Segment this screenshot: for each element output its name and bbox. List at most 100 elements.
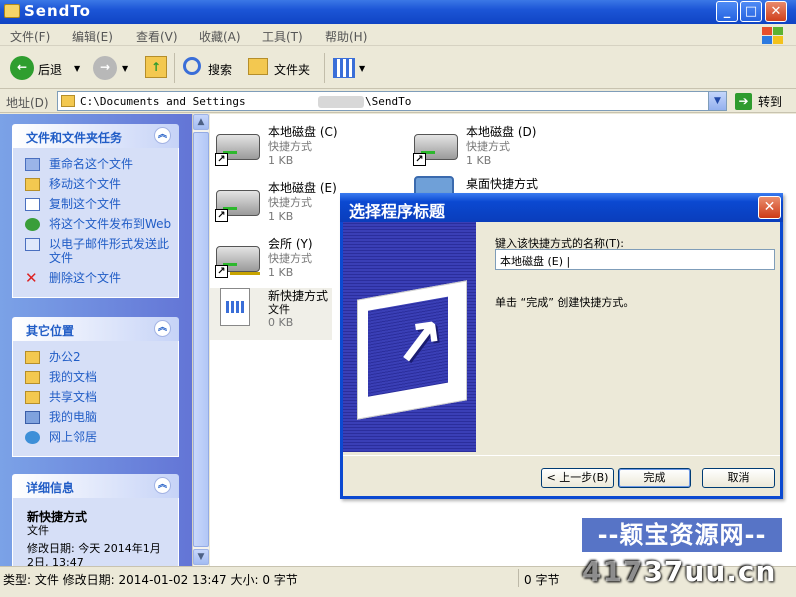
file-item-drive-d[interactable]: ↗ 本地磁盘 (D) 快捷方式 1 KB xyxy=(408,120,598,172)
toolbar-separator xyxy=(174,53,175,83)
place-label: 办公2 xyxy=(49,350,81,364)
go-button[interactable]: 转到 xyxy=(758,93,782,110)
task-label: 删除这个文件 xyxy=(49,271,122,285)
network-icon xyxy=(25,431,40,444)
file-name: 本地磁盘 (D) xyxy=(466,125,537,139)
task-move[interactable]: 移动这个文件 xyxy=(13,177,178,191)
dialog-close-button[interactable]: ✕ xyxy=(758,196,781,219)
views-dropdown-icon[interactable]: ▼ xyxy=(359,64,365,73)
other-places-panel: 其它位置 ︽ 办公2 我的文档 共享文档 我的电脑 网上邻居 xyxy=(12,317,179,457)
folder-icon xyxy=(61,95,75,107)
search-icon[interactable] xyxy=(183,57,201,75)
file-type: 文件 xyxy=(268,303,290,316)
vertical-scrollbar[interactable]: ▲ ▼ xyxy=(192,114,209,566)
close-button[interactable]: ✕ xyxy=(765,1,787,22)
shared-folder-icon xyxy=(25,391,40,404)
file-tasks-panel: 文件和文件夹任务 ︽ 重命名这个文件 移动这个文件 复制这个文件 将这个文件发布… xyxy=(12,124,179,298)
menu-tools[interactable]: 工具(T) xyxy=(262,28,303,45)
place-shared-documents[interactable]: 共享文档 xyxy=(13,390,178,404)
task-label: 移动这个文件 xyxy=(49,177,122,191)
back-button[interactable]: < 上一步(B) xyxy=(541,468,614,488)
file-icon xyxy=(220,288,250,326)
place-label: 共享文档 xyxy=(49,390,98,404)
task-rename[interactable]: 重命名这个文件 xyxy=(13,157,178,171)
file-size: 0 KB xyxy=(268,316,294,329)
scroll-thumb[interactable] xyxy=(193,132,209,547)
back-button[interactable]: 后退 xyxy=(38,61,62,78)
task-email[interactable]: 以电子邮件形式发送此文件 xyxy=(13,237,178,265)
collapse-chevron-icon[interactable]: ︽ xyxy=(154,127,171,144)
maximize-button[interactable]: □ xyxy=(740,1,762,22)
menu-bar: 文件(F) 编辑(E) 查看(V) 收藏(A) 工具(T) 帮助(H) xyxy=(0,24,796,46)
cancel-button[interactable]: 取消 xyxy=(702,468,775,488)
toolbar-separator xyxy=(324,53,325,83)
dialog-title: 选择程序标题 xyxy=(349,202,446,221)
globe-icon xyxy=(25,218,40,231)
menu-edit[interactable]: 编辑(E) xyxy=(72,28,113,45)
forward-dropdown-icon[interactable]: ▼ xyxy=(122,64,128,73)
task-publish-web[interactable]: 将这个文件发布到Web xyxy=(13,217,178,231)
dialog-title-bar: 选择程序标题 ✕ xyxy=(340,193,783,222)
place-my-computer[interactable]: 我的电脑 xyxy=(13,410,178,424)
other-places-header[interactable]: 其它位置 ︽ xyxy=(12,317,179,341)
search-button[interactable]: 搜索 xyxy=(208,61,232,78)
title-bar: SendTo _ □ ✕ xyxy=(0,0,796,24)
place-network[interactable]: 网上邻居 xyxy=(13,430,178,444)
back-dropdown-icon[interactable]: ▼ xyxy=(74,64,80,73)
watermark-site-name: --颖宝资源网-- xyxy=(582,518,782,552)
back-arrow-icon[interactable]: ← xyxy=(10,56,34,80)
watermark-url-prefix: 417 xyxy=(582,555,644,588)
menu-view[interactable]: 查看(V) xyxy=(136,28,178,45)
file-name: 桌面快捷方式 xyxy=(466,177,539,191)
watermark-url: 41737uu.cn xyxy=(582,552,792,592)
details-body: 新快捷方式 文件 修改日期: 今天 2014年1月2日, 13:47 xyxy=(12,498,179,566)
details-modified: 修改日期: 今天 2014年1月2日, 13:47 xyxy=(27,542,161,566)
minimize-button[interactable]: _ xyxy=(716,1,738,22)
views-icon[interactable] xyxy=(333,58,355,78)
collapse-chevron-icon[interactable]: ︽ xyxy=(154,320,171,337)
menu-favorites[interactable]: 收藏(A) xyxy=(199,28,241,45)
folders-icon[interactable] xyxy=(248,58,268,75)
folder-icon xyxy=(25,351,40,364)
shortcut-arrow-icon: ↗ xyxy=(215,209,228,222)
menu-help[interactable]: 帮助(H) xyxy=(325,28,367,45)
menu-file[interactable]: 文件(F) xyxy=(10,28,50,45)
file-name: 新快捷方式 xyxy=(268,289,329,303)
collapse-chevron-icon[interactable]: ︽ xyxy=(154,477,171,494)
folders-button[interactable]: 文件夹 xyxy=(274,61,310,78)
place-my-documents[interactable]: 我的文档 xyxy=(13,370,178,384)
details-header[interactable]: 详细信息 ︽ xyxy=(12,474,179,498)
scroll-down-icon[interactable]: ▼ xyxy=(193,549,209,565)
status-details: 类型: 文件 修改日期: 2014-01-02 13:47 大小: 0 字节 xyxy=(3,573,298,587)
address-dropdown-icon[interactable]: ▼ xyxy=(708,92,726,110)
file-item-drive-c[interactable]: ↗ 本地磁盘 (C) 快捷方式 1 KB xyxy=(210,120,400,172)
file-tasks-header[interactable]: 文件和文件夹任务 ︽ xyxy=(12,124,179,148)
finish-button[interactable]: 完成 xyxy=(618,468,691,488)
forward-arrow-icon[interactable]: → xyxy=(93,56,117,80)
other-places-list: 办公2 我的文档 共享文档 我的电脑 网上邻居 xyxy=(12,341,179,457)
file-size: 1 KB xyxy=(268,154,294,167)
shortcut-arrow-icon: ↗ xyxy=(215,265,228,278)
file-tasks-list: 重命名这个文件 移动这个文件 复制这个文件 将这个文件发布到Web 以电子邮件形… xyxy=(12,148,179,298)
file-name: 会所 (Y) xyxy=(268,237,313,251)
toolbar: ← 后退 ▼ → ▼ ↑ 搜索 文件夹 ▼ xyxy=(0,47,796,89)
address-path-end: \SendTo xyxy=(365,95,412,108)
dialog-divider xyxy=(343,455,780,456)
scroll-up-icon[interactable]: ▲ xyxy=(193,114,209,130)
go-arrow-icon[interactable]: ➔ xyxy=(735,93,752,110)
file-item-new-shortcut[interactable]: 新快捷方式 文件 0 KB xyxy=(210,288,332,340)
finish-hint: 单击 “完成” 创建快捷方式。 xyxy=(495,296,635,309)
task-copy[interactable]: 复制这个文件 xyxy=(13,197,178,211)
address-label: 地址(D) xyxy=(6,96,49,110)
move-icon xyxy=(25,178,40,191)
windows-logo-icon xyxy=(760,26,784,44)
shortcut-name-input[interactable]: 本地磁盘 (E) | xyxy=(495,249,775,270)
place-office2[interactable]: 办公2 xyxy=(13,350,178,364)
up-folder-icon[interactable]: ↑ xyxy=(145,56,167,78)
task-delete[interactable]: ✕ 删除这个文件 xyxy=(13,271,178,286)
create-shortcut-dialog: 选择程序标题 ✕ ↗ 键入该快捷方式的名称(T): 本地磁盘 (E) | 单击 … xyxy=(340,193,783,499)
address-input[interactable]: C:\Documents and Settings \SendTo ▼ xyxy=(57,91,727,111)
file-type: 快捷方式 xyxy=(268,252,312,265)
details-title: 详细信息 xyxy=(26,481,75,495)
status-size: 0 字节 xyxy=(524,573,560,587)
